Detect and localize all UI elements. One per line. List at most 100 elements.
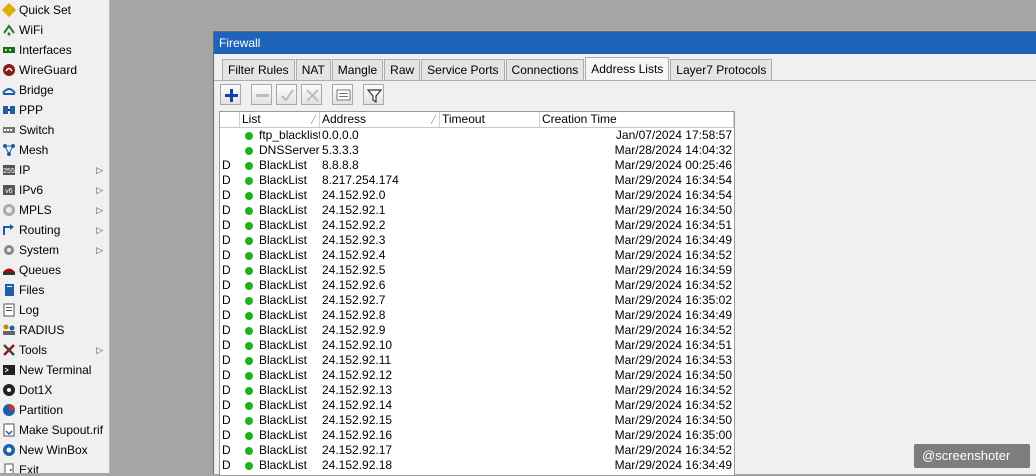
enable-button[interactable] [276,84,297,105]
table-row[interactable]: D BlackList 24.152.92.8 Mar/29/2024 16:34:4… [220,308,734,323]
comment-button[interactable] [332,84,353,105]
address-cell: 24.152.92.15 [322,413,393,427]
menu-item-wireguard[interactable]: WireGuard [0,60,109,80]
menu-item-exit[interactable]: Exit [0,460,109,473]
table-row[interactable]: D BlackList 24.152.92.6 Mar/29/2024 16:34:5… [220,278,734,293]
table-row[interactable]: D BlackList 24.152.92.9 Mar/29/2024 16:34:5… [220,323,734,338]
tab-service-ports[interactable]: Service Ports [421,59,505,81]
window-titlebar[interactable]: Firewall [214,32,1036,54]
menu-item-wifi[interactable]: WiFi [0,20,109,40]
table-row[interactable]: D BlackList 24.152.92.14 Mar/29/2024 16:34:… [220,398,734,413]
tab-address-lists[interactable]: Address Lists [585,57,670,81]
menu-item-queues[interactable]: Queues [0,260,109,280]
switch-icon [2,123,16,137]
submenu-arrow-icon: ▷ [96,225,103,235]
table-row[interactable]: D BlackList 8.217.254.174 Mar/29/2024 16:34… [220,173,734,188]
menu-item-label: New Terminal [19,363,92,377]
timeout-cell [440,158,540,173]
wifi-icon [2,23,16,37]
table-row[interactable]: D BlackList 24.152.92.5 Mar/29/2024 16:34:5… [220,263,734,278]
table-row[interactable]: D BlackList 24.152.92.0 Mar/29/2024 16:34:5… [220,188,734,203]
column-header-address[interactable]: Address ╱ [320,112,440,127]
creation-time-cell: Mar/29/2024 16:34:53 [614,353,732,367]
column-header-label: List [242,112,261,126]
remove-button[interactable] [251,84,272,105]
table-row[interactable]: ftp_blacklist 0.0.0.0 Jan/07/2024 17:58:57 [220,128,734,143]
tab-mangle[interactable]: Mangle [331,59,384,81]
column-header-creation-time[interactable]: Creation Time [540,112,734,127]
address-cell: 24.152.92.14 [322,398,393,412]
tab-raw[interactable]: Raw [384,59,421,81]
menu-item-routing[interactable]: Routing ▷ [0,220,109,240]
timeout-cell [440,458,540,473]
menu-item-files[interactable]: Files [0,280,109,300]
menu-item-bridge[interactable]: Bridge [0,80,109,100]
address-cell: 8.8.8.8 [322,158,359,172]
address-cell: 24.152.92.12 [322,368,393,382]
menu-item-ip[interactable]: 255 IP ▷ [0,160,109,180]
menu-item-system[interactable]: System ▷ [0,240,109,260]
tab-filter-rules[interactable]: Filter Rules [222,59,295,81]
table-row[interactable]: D BlackList 24.152.92.16 Mar/29/2024 16:35:… [220,428,734,443]
window-title: Firewall [219,36,261,50]
menu-item-label: WireGuard [19,63,78,77]
table-row[interactable]: D BlackList 24.152.92.3 Mar/29/2024 16:34:4… [220,233,734,248]
list-name: BlackList [259,368,308,382]
table-row[interactable]: D BlackList 24.152.92.7 Mar/29/2024 16:35:0… [220,293,734,308]
enabled-status-icon [245,192,253,200]
address-cell: 24.152.92.17 [322,443,393,457]
table-row[interactable]: D BlackList 24.152.92.2 Mar/29/2024 16:34:5… [220,218,734,233]
menu-item-dot1x[interactable]: Dot1X [0,380,109,400]
table-row[interactable]: D BlackList 24.152.92.12 Mar/29/2024 16:34:… [220,368,734,383]
tab-connections[interactable]: Connections [505,59,585,81]
menu-item-switch[interactable]: Switch [0,120,109,140]
menu-item-ipv6[interactable]: v6 IPv6 ▷ [0,180,109,200]
column-header-list[interactable]: List ╱ [240,112,320,127]
table-row[interactable]: DNSServers 5.3.3.3 Mar/28/2024 14:04:32 [220,143,734,158]
menu-item-ppp[interactable]: PPP [0,100,109,120]
disable-button[interactable] [301,84,322,105]
menu-item-log[interactable]: Log [0,300,109,320]
menu-item-mesh[interactable]: Mesh [0,140,109,160]
screenshoter-watermark: @screenshoter [914,444,1030,468]
wireguard-icon [2,63,16,77]
table-row[interactable]: D BlackList 8.8.8.8 Mar/29/2024 00:25:46 [220,158,734,173]
column-header-flag[interactable] [220,112,240,127]
table-row[interactable]: D BlackList 24.152.92.17 Mar/29/2024 16:34:… [220,443,734,458]
flag-cell: D [222,458,231,472]
table-row[interactable]: D BlackList 24.152.92.10 Mar/29/2024 16:34:… [220,338,734,353]
table-row[interactable]: D BlackList 24.152.92.4 Mar/29/2024 16:34:5… [220,248,734,263]
flag-cell: D [222,233,231,247]
menu-item-radius[interactable]: RADIUS [0,320,109,340]
table-row[interactable]: D BlackList 24.152.92.1 Mar/29/2024 16:34:5… [220,203,734,218]
enabled-status-icon [245,432,253,440]
flag-cell: D [222,158,231,172]
column-header-timeout[interactable]: Timeout [440,112,540,127]
menu-item-label: Make Supout.rif [19,423,104,437]
list-name: BlackList [259,203,308,217]
filter-button[interactable] [363,84,384,105]
menu-item-new-winbox[interactable]: New WinBox [0,440,109,460]
menu-item-make-supout-rif[interactable]: Make Supout.rif [0,420,109,440]
enabled-status-icon [245,417,253,425]
menu-item-tools[interactable]: Tools ▷ [0,340,109,360]
table-row[interactable]: D BlackList 24.152.92.15 Mar/29/2024 16:34:… [220,413,734,428]
menu-item-mpls[interactable]: MPLS ▷ [0,200,109,220]
address-cell: 5.3.3.3 [322,143,359,157]
submenu-arrow-icon: ▷ [96,345,103,355]
list-name: BlackList [259,218,308,232]
tab-nat[interactable]: NAT [295,59,331,81]
add-button[interactable] [220,84,241,105]
list-name: BlackList [259,428,308,442]
table-row[interactable]: D BlackList 24.152.92.18 Mar/29/2024 16:34:… [220,458,734,473]
menu-item-quick-set[interactable]: Quick Set [0,0,109,20]
table-row[interactable]: D BlackList 24.152.92.13 Mar/29/2024 16:34:… [220,383,734,398]
menu-item-interfaces[interactable]: Interfaces [0,40,109,60]
tab-layer7-protocols[interactable]: Layer7 Protocols [670,59,773,81]
queues-icon [2,263,16,277]
table-row[interactable]: D BlackList 24.152.92.11 Mar/29/2024 16:34:… [220,353,734,368]
menu-item-partition[interactable]: Partition [0,400,109,420]
address-cell: 24.152.92.13 [322,383,393,397]
menu-item-new-terminal[interactable]: New Terminal [0,360,109,380]
list-cell: BlackList [240,458,320,473]
